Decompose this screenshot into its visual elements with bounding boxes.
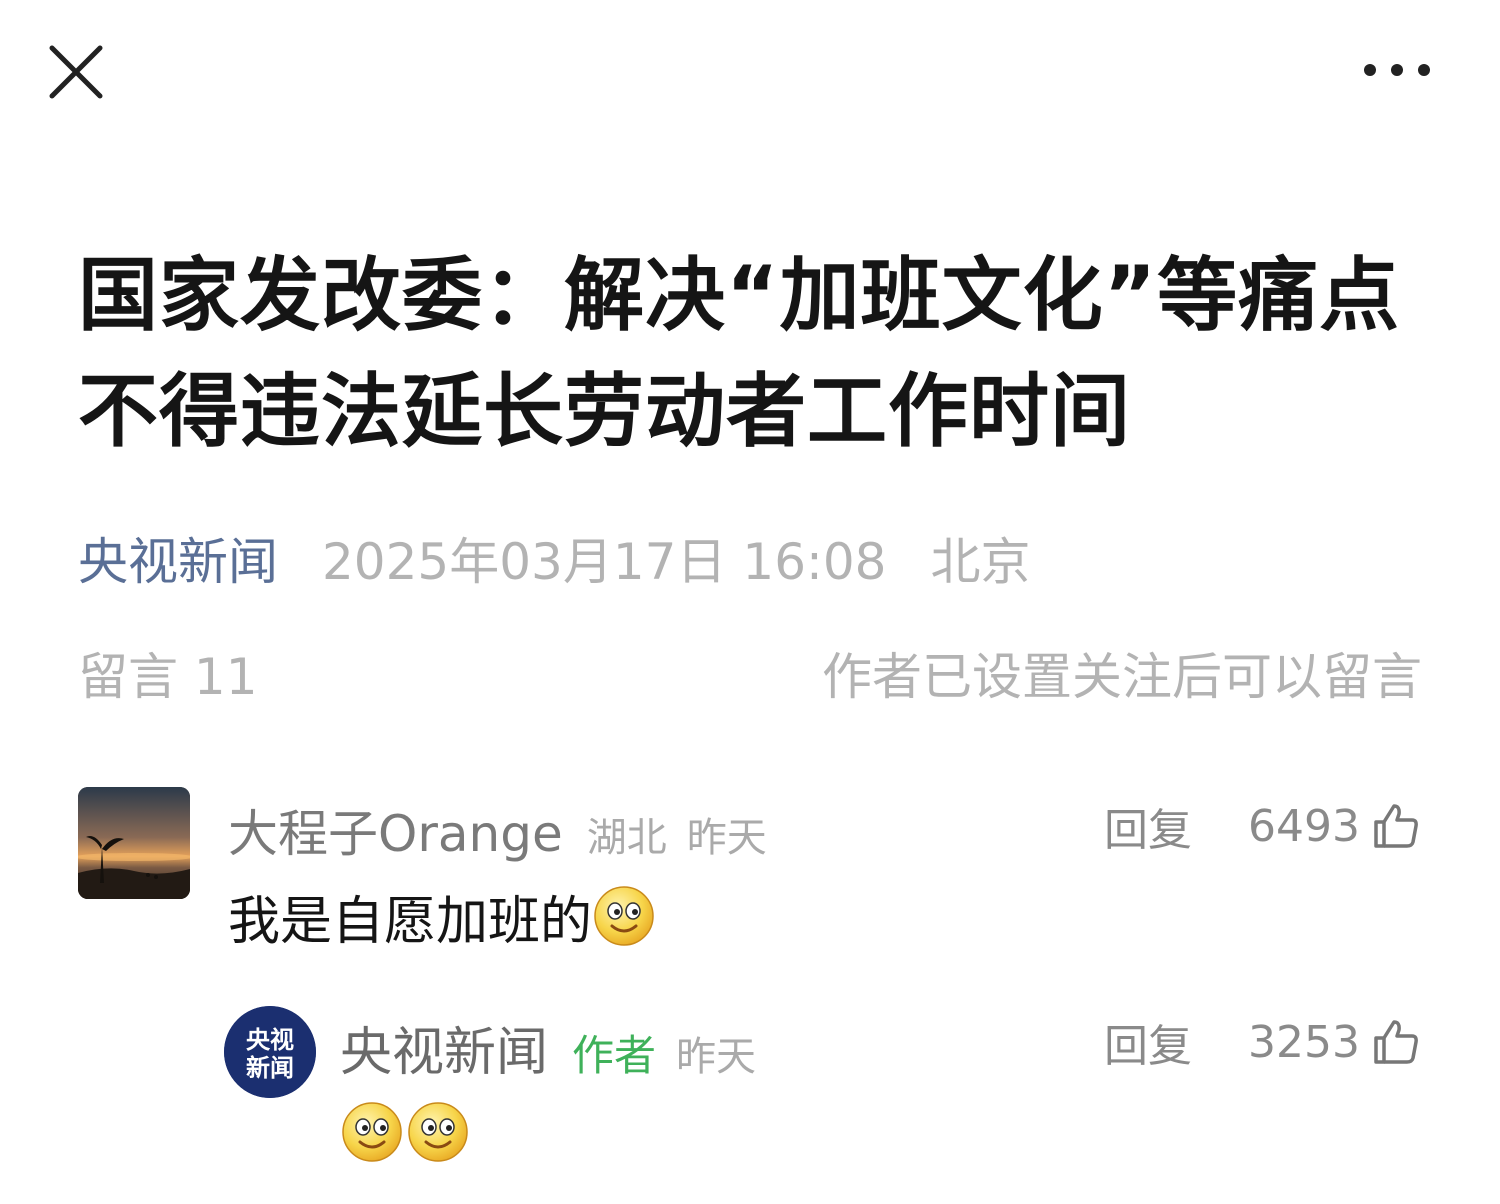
author-avatar[interactable]: 央视 新闻 xyxy=(224,1006,316,1098)
logo-text-1: 央视 xyxy=(246,1026,294,1054)
smile-emoji-icon xyxy=(342,1102,402,1162)
like-count: 6493 xyxy=(1248,800,1360,852)
source-account-link[interactable]: 央视新闻 xyxy=(78,522,278,594)
comment-actions: 回复 6493 xyxy=(1104,796,1422,856)
article-title: 国家发改委：解决“加班文化”等痛点 不得违法延长劳动者工作时间 xyxy=(78,238,1448,470)
comment-time: 昨天 xyxy=(686,815,767,861)
publish-time: 2025年03月17日 16:08 xyxy=(322,533,887,591)
reply-text xyxy=(340,1094,470,1170)
avatar[interactable] xyxy=(78,787,190,899)
reply-actions: 回复 3253 xyxy=(1104,1012,1422,1072)
comment-header: 大程子Orange 湖北 昨天 xyxy=(228,794,767,863)
avatar-sunset-photo xyxy=(78,787,190,899)
reply-time: 昨天 xyxy=(676,1034,757,1080)
article-title-line-1: 国家发改委：解决“加班文化”等痛点 xyxy=(78,249,1401,342)
smile-emoji-icon xyxy=(408,1102,468,1162)
smile-emoji-icon xyxy=(594,886,654,946)
publish-location: 北京 xyxy=(930,533,1031,591)
reply-button[interactable]: 回复 xyxy=(1104,1010,1192,1074)
more-button[interactable] xyxy=(1352,48,1442,92)
comment-author-name[interactable]: 大程子Orange xyxy=(228,794,563,866)
reply-header: 央视新闻 作者 昨天 xyxy=(340,1010,756,1083)
comments-count: 留言 11 xyxy=(78,648,258,706)
cctv-news-logo: 央视 新闻 xyxy=(224,1006,316,1098)
comment-region: 湖北 xyxy=(586,815,667,861)
article-meta: 央视新闻 2025年03月17日 16:08 北京 xyxy=(78,520,1030,596)
comment-text-content: 我是自愿加班的 xyxy=(228,891,593,952)
reply-author-name[interactable]: 央视新闻 xyxy=(340,1010,548,1085)
close-icon xyxy=(49,45,103,99)
logo-text-2: 新闻 xyxy=(246,1054,294,1082)
comments-restriction-note: 作者已设置关注后可以留言 xyxy=(822,648,1422,706)
reply-button[interactable]: 回复 xyxy=(1104,794,1192,858)
comment-text: 我是自愿加班的 xyxy=(228,876,656,956)
author-badge: 作者 xyxy=(572,1031,657,1080)
more-dots-icon xyxy=(1364,64,1430,76)
thumbs-up-icon[interactable] xyxy=(1370,800,1422,852)
like-count: 3253 xyxy=(1248,1016,1360,1068)
close-button[interactable] xyxy=(40,36,112,108)
thumbs-up-icon[interactable] xyxy=(1370,1016,1422,1068)
article-title-line-2: 不得违法延长劳动者工作时间 xyxy=(78,365,1131,458)
